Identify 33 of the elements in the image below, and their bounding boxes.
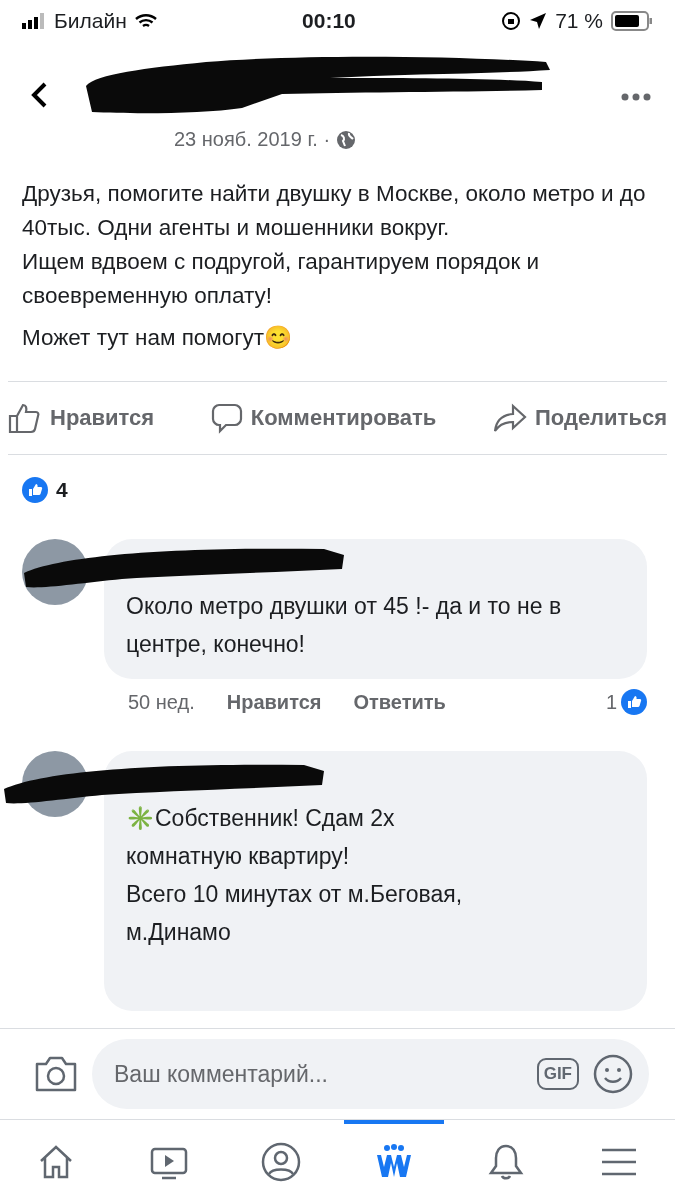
- battery-icon: [611, 11, 653, 31]
- location-arrow-icon: [529, 12, 548, 30]
- reaction-count: 4: [56, 478, 68, 502]
- gif-button[interactable]: GIF: [536, 1058, 579, 1090]
- more-dots-icon: [621, 92, 651, 101]
- comment-button[interactable]: Комментировать: [210, 402, 437, 434]
- thumbs-up-icon: [8, 402, 42, 434]
- reply-button[interactable]: Ответить: [353, 690, 446, 714]
- post-text: Может тут нам помогут😊: [22, 324, 294, 352]
- share-button[interactable]: Поделиться: [492, 403, 667, 433]
- smiley-icon[interactable]: [593, 1054, 633, 1094]
- comment-reaction-count: 1: [605, 690, 617, 714]
- camera-icon[interactable]: [34, 1055, 78, 1093]
- post-text: Друзья, помогите найти двушку в Москве, около метро и до 40тыс. Одни агенты и мошенники вокруг. Ищем вдвоем с подругой, гарантируем порядок и своевременную оплату!: [22, 180, 647, 310]
- comment-like-button[interactable]: Нравится: [226, 690, 322, 714]
- wifi-icon: [134, 13, 157, 29]
- like-badge-icon: [621, 689, 647, 715]
- like-button[interactable]: Нравится: [8, 402, 155, 434]
- post-date: 23 нояб. 2019 г. ·: [174, 128, 331, 151]
- comment-text: ✳Собственник! Сдам 2х комнатную квартиру! Всего 10 минутах от м.Беговая, м.Динамо: [104, 751, 647, 1011]
- globe-icon: [336, 129, 357, 150]
- back-chevron-icon: [30, 80, 48, 109]
- battery-percent: 71 %: [555, 9, 603, 33]
- like-badge-icon: [22, 477, 48, 503]
- carrier-name: Билайн: [54, 9, 127, 33]
- share-arrow-icon: [492, 403, 527, 433]
- speech-bubble-icon: [210, 402, 243, 434]
- signal-icon: [22, 13, 46, 29]
- comment-input-field[interactable]: Ваш комментарий... GIF: [92, 1039, 649, 1109]
- clock-time: 00:10: [302, 9, 356, 33]
- rotation-lock-icon: [501, 11, 522, 31]
- comment-time: 50 нед.: [128, 690, 195, 714]
- profile-icon: [260, 1141, 303, 1183]
